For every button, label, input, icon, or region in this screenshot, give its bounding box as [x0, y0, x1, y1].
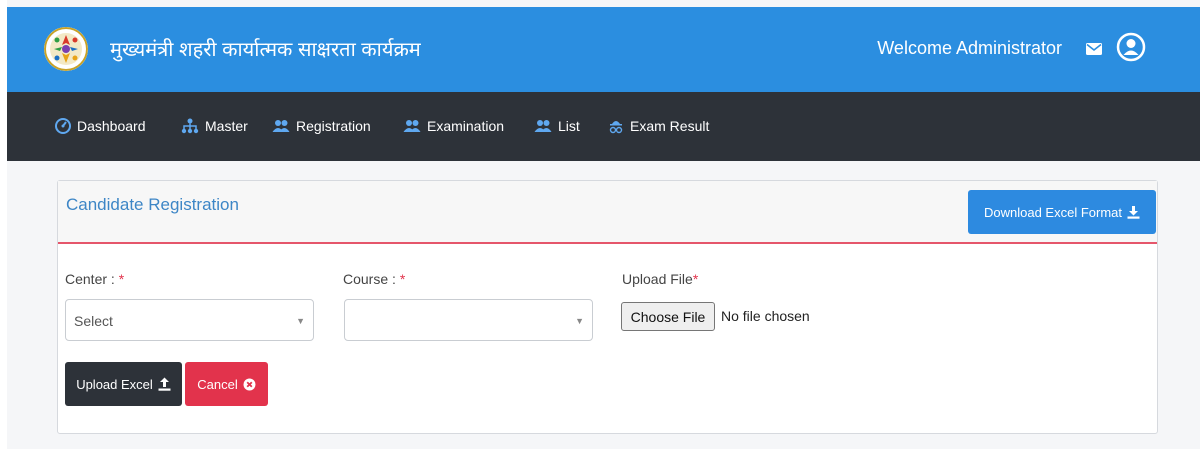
dashboard-gauge-icon: [55, 118, 71, 134]
download-excel-format-button[interactable]: Download Excel Format: [968, 190, 1156, 234]
choose-file-button[interactable]: Choose File: [621, 302, 715, 331]
chevron-down-icon: ▼: [296, 316, 305, 326]
cancel-button-label: Cancel: [197, 376, 238, 392]
candidate-registration-card: Candidate Registration Download Excel Fo…: [57, 180, 1158, 434]
center-label: Center : *: [65, 271, 124, 287]
nav-label: List: [558, 118, 580, 134]
nav-label: Examination: [427, 118, 505, 134]
card-header: Candidate Registration Download Excel Fo…: [58, 181, 1157, 244]
nav-item-dashboard[interactable]: Dashboard: [55, 116, 146, 136]
nav-item-exam-result[interactable]: Exam Result: [608, 116, 709, 136]
nav-item-examination[interactable]: Examination: [403, 116, 504, 136]
close-circle-icon: [243, 378, 256, 390]
card-title: Candidate Registration: [66, 195, 239, 214]
upload-label-text: Upload File: [622, 271, 693, 287]
nav-item-master[interactable]: Master: [181, 116, 248, 136]
welcome-text: Welcome Administrator: [877, 38, 1062, 58]
main-navigation: Dashboard Master Registration Examinatio…: [7, 92, 1200, 161]
center-label-text: Center :: [65, 271, 115, 287]
nav-label: Dashboard: [77, 118, 146, 134]
upload-excel-button[interactable]: Upload Excel: [65, 362, 182, 406]
app-title: मुख्यमंत्री शहरी कार्यात्मक साक्षरता कार…: [110, 39, 421, 61]
nav-label: Master: [205, 118, 248, 134]
sitemap-icon: [181, 118, 199, 134]
required-asterisk: *: [692, 271, 699, 287]
course-label-text: Course :: [343, 271, 396, 287]
nav-item-list[interactable]: List: [534, 116, 580, 136]
users-icon: [272, 120, 290, 132]
course-label: Course : *: [343, 271, 405, 287]
file-status-text: No file chosen: [721, 308, 810, 324]
download-button-label: Download Excel Format: [984, 204, 1122, 220]
mail-icon[interactable]: [1085, 41, 1103, 57]
course-select[interactable]: ▼: [344, 299, 593, 341]
upload-file-label: Upload File*: [622, 271, 698, 287]
user-glasses-icon: [609, 121, 623, 134]
logo-emblem: [44, 27, 88, 71]
user-avatar-icon[interactable]: [1116, 32, 1146, 62]
cancel-button[interactable]: Cancel: [185, 362, 268, 406]
download-icon: [1127, 206, 1140, 219]
center-select[interactable]: Select ▼: [65, 299, 314, 341]
center-select-value: Select: [74, 313, 113, 329]
chevron-down-icon: ▼: [575, 316, 584, 326]
users-icon: [534, 120, 552, 132]
upload-icon: [158, 377, 171, 391]
users-icon: [403, 120, 421, 132]
required-asterisk: *: [399, 271, 406, 287]
top-header: मुख्यमंत्री शहरी कार्यात्मक साक्षरता कार…: [7, 7, 1200, 92]
nav-item-registration[interactable]: Registration: [272, 116, 371, 136]
upload-button-label: Upload Excel: [76, 376, 153, 392]
required-asterisk: *: [118, 271, 125, 287]
nav-label: Exam Result: [630, 118, 710, 134]
nav-label: Registration: [296, 118, 371, 134]
